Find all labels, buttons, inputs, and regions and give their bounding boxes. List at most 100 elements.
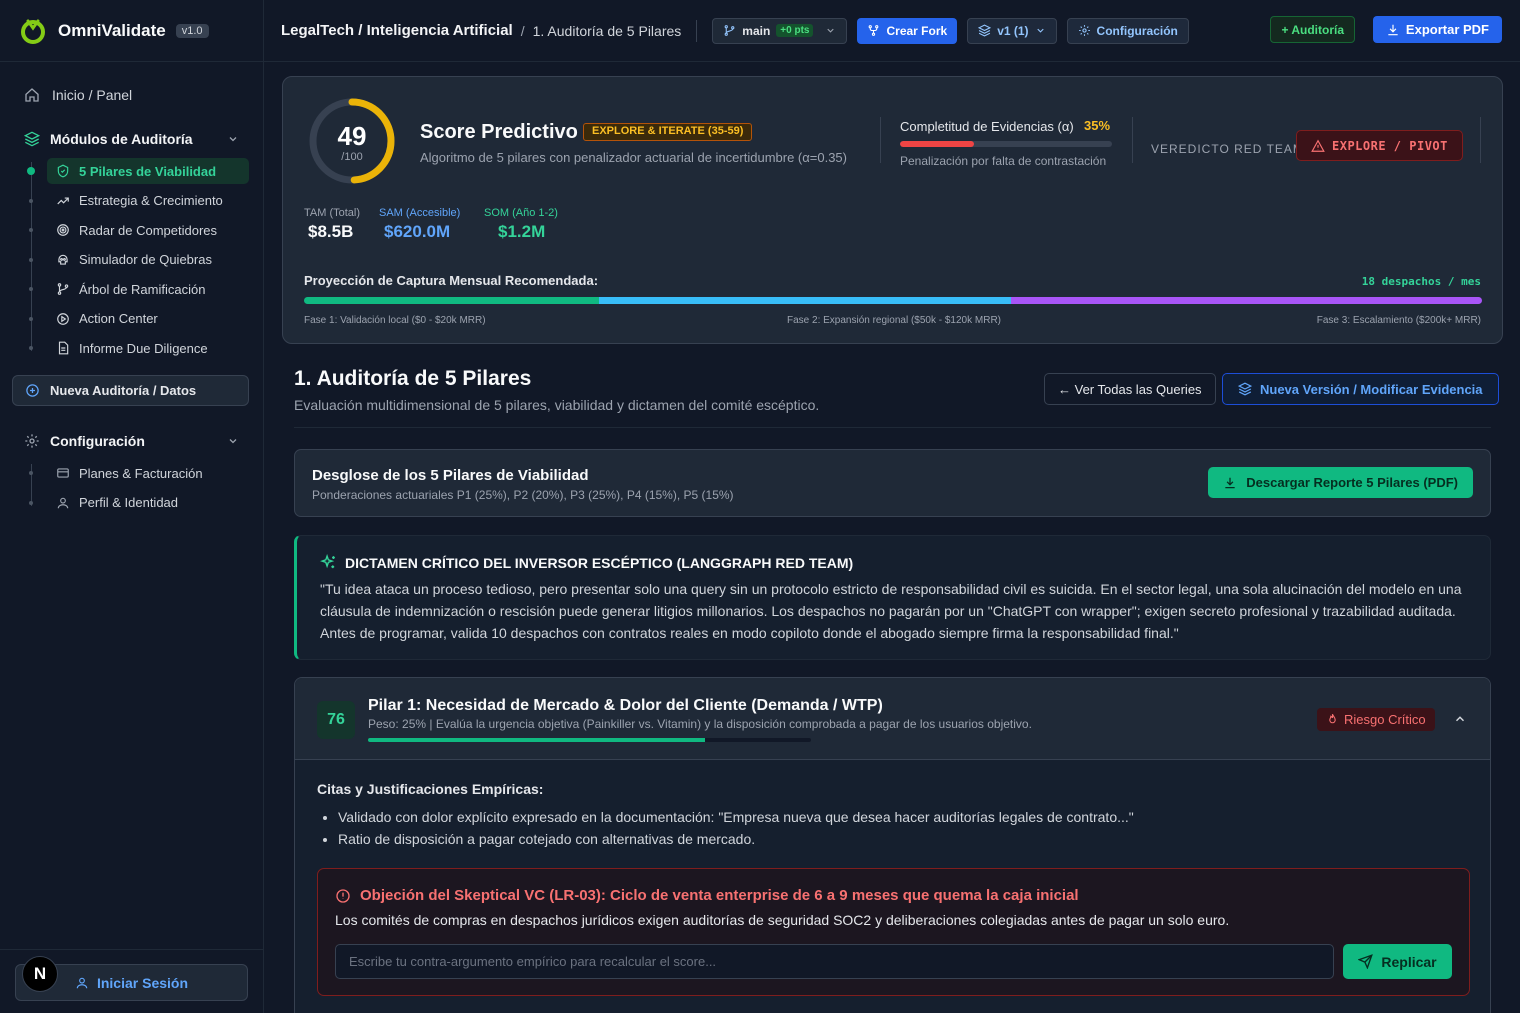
download-icon (1223, 476, 1237, 490)
active-dot (27, 167, 35, 175)
score-card: 49 /100 Score Predictivo EXPLORE & ITERA… (282, 76, 1503, 344)
sidebar-item-label: Simulador de Quiebras (79, 252, 212, 267)
config-section-title: Configuración (50, 433, 145, 449)
git-branch-icon (723, 24, 736, 37)
score-max: /100 (341, 151, 363, 163)
divider (880, 117, 881, 163)
sam-metric: SAM (Accesible) $620.0M (379, 207, 460, 242)
config-section-toggle[interactable]: Configuración (0, 426, 263, 456)
trending-up-icon (56, 194, 70, 208)
layers-icon (1238, 382, 1252, 396)
pillar-1-header[interactable]: 76 Pilar 1: Necesidad de Mercado & Dolor… (295, 678, 1490, 760)
sidebar-item-label: Radar de Competidores (79, 222, 218, 238)
sidebar-item-arbol[interactable]: Árbol de Ramificación (29, 276, 249, 302)
view-queries-button[interactable]: ← Ver Todas las Queries (1044, 373, 1216, 405)
avatar[interactable]: N (22, 956, 58, 992)
pillar-subtitle: Peso: 25% | Evalúa la urgencia objetiva … (368, 717, 1032, 731)
config-button[interactable]: Configuración (1066, 17, 1189, 44)
sidebar-item-radar[interactable]: Radar de Competidores (29, 217, 249, 243)
bullet-dot (29, 198, 33, 203)
sidebar-item-informe[interactable]: Informe Due Diligence (29, 335, 249, 361)
config-list: Planes & Facturación Perfil & Identidad (29, 460, 263, 516)
evidence-label: Completitud de Evidencias (α) (900, 119, 1074, 134)
score-value: 49 (337, 121, 367, 151)
sidebar-item-perfil[interactable]: Perfil & Identidad (29, 490, 249, 516)
tam-metric: TAM (Total) $8.5B (304, 207, 360, 242)
export-pdf-button[interactable]: Exportar PDF (1372, 16, 1502, 43)
add-audit-button[interactable]: + Auditoría (1270, 16, 1355, 43)
sidebar-item-simulador[interactable]: Simulador de Quiebras (29, 247, 249, 273)
chevron-down-icon (825, 25, 836, 36)
chevron-up-icon[interactable] (1453, 712, 1467, 726)
sidebar-item-estrategia[interactable]: Estrategia & Crecimiento (29, 188, 249, 214)
branch-name: main (742, 23, 771, 38)
create-fork-button[interactable]: Crear Fork (857, 17, 958, 44)
shield-check-icon (56, 164, 70, 178)
modules-section-toggle[interactable]: Módulos de Auditoría (0, 124, 263, 154)
risk-badge: Riesgo Crítico (1317, 708, 1435, 731)
layers-icon (978, 24, 992, 37)
sidebar-item-5-pilares[interactable]: 5 Pilares de Viabilidad (27, 158, 249, 184)
pillar-score-badge: 76 (317, 701, 355, 739)
config-label: Configuración (1096, 23, 1178, 38)
sidebar-item-label: 5 Pilares de Viabilidad (79, 163, 217, 179)
breadcrumb-project[interactable]: LegalTech / Inteligencia Artificial (281, 22, 513, 39)
sidebar-item-label: Inicio / Panel (52, 87, 133, 103)
brand[interactable]: OmniValidate v1.0 (0, 0, 263, 62)
bullet-dot (29, 346, 33, 350)
projection-label: Proyección de Captura Mensual Recomendad… (304, 273, 599, 288)
user-icon (56, 496, 70, 510)
branch-selector[interactable]: main +0 pts (712, 17, 848, 44)
sidebar-item-label: Árbol de Ramificación (79, 281, 206, 297)
sidebar: OmniValidate v1.0 Inicio / Panel Módulos… (0, 0, 264, 1013)
file-text-icon (56, 341, 70, 355)
evidence-progress-fill (900, 141, 975, 147)
branch-points-badge: +0 pts (776, 24, 814, 37)
flame-icon (1326, 713, 1339, 726)
pillar-progress-fill (368, 738, 705, 742)
login-label: Iniciar Sesión (96, 974, 189, 991)
tam-label: TAM (Total) (304, 207, 361, 219)
pillars-header-title: Desglose de los 5 Pilares de Viabilidad (312, 467, 589, 484)
bullet-dot (29, 500, 33, 505)
modules-section-title: Módulos de Auditoría (50, 131, 193, 147)
score-title: Score Predictivo (420, 121, 578, 143)
version-selector[interactable]: v1 (1) (967, 17, 1057, 44)
new-version-label: Nueva Versión / Modificar Evidencia (1260, 381, 1483, 397)
counter-argument-input[interactable] (335, 944, 1334, 979)
download-report-button[interactable]: Descargar Reporte 5 Pilares (PDF) (1208, 467, 1473, 498)
bullet-dot (29, 471, 33, 475)
sam-label: SAM (Accesible) (379, 207, 461, 219)
credit-card-icon (56, 466, 70, 480)
chevron-down-icon (1035, 25, 1046, 36)
phase-1-segment (304, 297, 599, 304)
divider (294, 427, 1491, 428)
divider (1480, 117, 1481, 163)
phase-2-segment (598, 297, 1011, 304)
reply-button[interactable]: Replicar (1343, 944, 1452, 979)
projection-value: 18 despachos / mes (1361, 275, 1481, 288)
sparkles-icon (320, 554, 337, 571)
download-report-label: Descargar Reporte 5 Pilares (PDF) (1246, 475, 1458, 490)
sidebar-item-label: Informe Due Diligence (79, 340, 208, 356)
tam-value: $8.5B (308, 222, 354, 241)
pillars-header-card: Desglose de los 5 Pilares de Viabilidad … (294, 449, 1491, 517)
pillar-progress-bar (368, 738, 811, 742)
sidebar-item-planes[interactable]: Planes & Facturación (29, 460, 249, 486)
phase-2-label: Fase 2: Expansión regional ($50k - $120k… (787, 315, 1001, 326)
sidebar-item-home[interactable]: Inicio / Panel (0, 80, 263, 110)
verdict-badge: EXPLORE / PIVOT (1296, 130, 1463, 161)
som-value: $1.2M (498, 222, 546, 241)
alert-circle-icon (335, 888, 351, 904)
sidebar-item-label: Action Center (79, 311, 158, 326)
sidebar-item-action-center[interactable]: Action Center (29, 306, 249, 332)
topbar: LegalTech / Inteligencia Artificial / 1.… (264, 0, 1520, 62)
new-version-button[interactable]: Nueva Versión / Modificar Evidencia (1222, 373, 1499, 405)
login-area: N Iniciar Sesión (0, 949, 263, 1013)
divider (696, 19, 698, 42)
home-icon (24, 87, 40, 103)
new-audit-button[interactable]: Nueva Auditoría / Datos (12, 375, 249, 406)
sidebar-item-label: Planes & Facturación (79, 465, 203, 481)
bullet-dot (29, 287, 33, 291)
skull-icon (56, 253, 70, 267)
